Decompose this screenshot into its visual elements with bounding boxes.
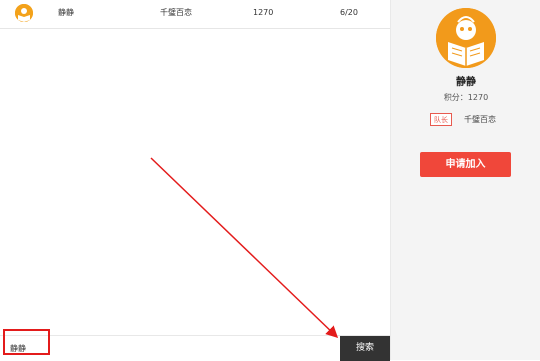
role-badge: 队长: [430, 113, 452, 126]
avatar: [15, 4, 33, 22]
result-members: 6/20: [340, 8, 358, 17]
result-name[interactable]: 静静: [58, 0, 74, 26]
result-team: 千璧百恋: [160, 8, 192, 17]
reader-avatar-icon: [436, 8, 496, 68]
search-button[interactable]: 搜索: [340, 336, 390, 361]
reader-avatar-icon: [15, 4, 33, 22]
search-bar: 搜索: [0, 335, 390, 361]
table-row[interactable]: 静静 千璧百恋 1270 6/20: [0, 0, 390, 29]
profile-team: 千璧百恋: [464, 115, 496, 124]
search-input[interactable]: [0, 336, 340, 360]
result-score: 1270: [253, 8, 274, 17]
team-profile-sidebar: 静静 积分：1270 队长 千璧百恋 申请加入: [390, 0, 540, 360]
profile-score: 积分：1270: [443, 93, 489, 102]
join-team-button[interactable]: 申请加入: [420, 152, 511, 177]
profile-name: 静静: [456, 77, 476, 88]
annotation-highlight-box: [3, 329, 50, 355]
profile-avatar: [436, 8, 496, 68]
results-panel: 静静 千璧百恋 1270 6/20 搜索: [0, 0, 390, 361]
